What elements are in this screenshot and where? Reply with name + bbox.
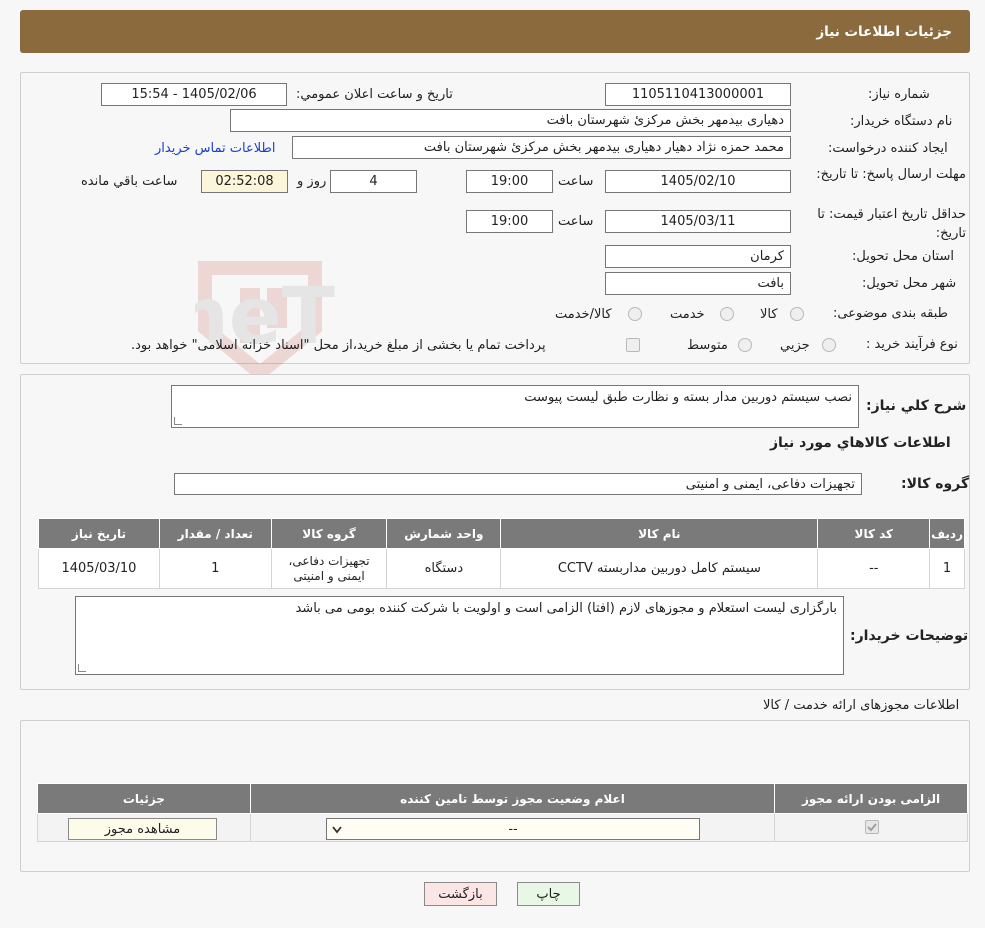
contact-info-link[interactable]: اطلاعات تماس خريدار <box>155 141 275 156</box>
category-goods-service-label: کالا/خدمت <box>555 307 612 322</box>
col-header-row: رديف <box>929 518 965 549</box>
table-row: 1 -- سیستم کامل دوربین مداربسته CCTV دست… <box>38 548 965 589</box>
resize-handle-icon[interactable] <box>78 664 86 672</box>
permits-heading: اطلاعات مجوزهای ارائه خدمت / کالا <box>763 698 960 713</box>
page-header: جزئیات اطلاعات نیاز <box>20 10 970 53</box>
requester-label: ايجاد کننده درخواست: <box>828 141 948 156</box>
process-radio-minor[interactable] <box>822 338 836 352</box>
requester-field: محمد حمزه نژاد دهیار دهیاری بیدمهر بخش م… <box>292 136 791 159</box>
summary-label: شرح کلي نياز: <box>866 398 967 414</box>
permit-col-status: اعلام وضعیت مجوز توسط تامین کننده <box>249 783 776 814</box>
col-header-name: نام کالا <box>500 518 819 549</box>
col-header-group: گروه کالا <box>270 518 388 549</box>
col-header-code: کد کالا <box>817 518 931 549</box>
summary-text: نصب سیستم دوربین مدار بسته و نظارت طبق ل… <box>524 390 852 405</box>
city-label: شهر محل تحويل: <box>862 276 957 291</box>
print-button[interactable]: چاپ <box>517 882 580 906</box>
province-label: استان محل تحويل: <box>852 249 954 264</box>
permit-col-details: جزئیات <box>37 783 251 814</box>
treasury-checkbox[interactable] <box>626 338 640 352</box>
chevron-down-icon <box>332 826 342 834</box>
cell-code: -- <box>817 548 931 589</box>
deadline-time-label: ساعت <box>558 174 594 189</box>
process-minor-label: جزيي <box>780 338 810 353</box>
cell-unit: دستگاه <box>386 548 502 589</box>
category-goods-label: کالا <box>760 307 778 322</box>
col-header-qty: تعداد / مقدار <box>158 518 272 549</box>
buyer-notes-textarea[interactable]: بارگزاری لیست استعلام و مجوزهای لازم (اف… <box>75 596 844 675</box>
need-number-field: 1105110413000001 <box>605 83 791 106</box>
validity-label: حداقل تاريخ اعتبار قيمت: تا تاریخ: <box>817 207 966 241</box>
goods-table: رديف کد کالا نام کالا واحد شمارش گروه کا… <box>38 518 965 589</box>
permit-status-select[interactable]: -- <box>326 818 700 840</box>
process-note: پرداخت تمام یا بخشی از مبلغ خرید،از محل … <box>131 338 546 353</box>
permits-table-header-row: الزامی بودن ارائه مجوز اعلام وضعیت مجوز … <box>37 783 968 814</box>
permit-status-value: -- <box>508 821 518 837</box>
days-label: روز و <box>297 174 327 189</box>
process-radio-medium[interactable] <box>738 338 752 352</box>
category-radio-service[interactable] <box>720 307 734 321</box>
deadline-label: مهلت ارسال پاسخ: تا تاریخ: <box>816 167 966 182</box>
category-radio-goods[interactable] <box>790 307 804 321</box>
col-header-unit: واحد شمارش <box>386 518 502 549</box>
need-number-label: شماره نیاز: <box>868 87 930 102</box>
cell-date: 1405/03/10 <box>38 548 160 589</box>
cell-name: سیستم کامل دوربین مداربسته CCTV <box>500 548 819 589</box>
announce-datetime-field: 1405/02/06 - 15:54 <box>101 83 287 106</box>
buyer-org-label: نام دستگاه خريدار: <box>850 114 953 129</box>
view-permit-button[interactable]: مشاهده مجوز <box>68 818 217 840</box>
goods-group-label: گروه کالا: <box>901 476 970 492</box>
goods-group-field: تجهیزات دفاعی، ایمنی و امنیتی <box>174 473 862 495</box>
summary-textarea[interactable]: نصب سیستم دوربین مدار بسته و نظارت طبق ل… <box>171 385 859 428</box>
process-medium-label: متوسط <box>687 338 728 353</box>
time-remaining-field: 02:52:08 <box>201 170 288 193</box>
deadline-date-field: 1405/02/10 <box>605 170 791 193</box>
resize-handle-icon[interactable] <box>174 417 182 425</box>
permit-required-checkbox <box>865 820 879 834</box>
days-remaining-field: 4 <box>330 170 417 193</box>
page-title: جزئیات اطلاعات نیاز <box>816 23 952 40</box>
validity-time-field: 19:00 <box>466 210 553 233</box>
cell-qty: 1 <box>158 548 272 589</box>
buyer-org-field: دهیاری بیدمهر بخش مرکزئ شهرستان بافت <box>230 109 791 132</box>
col-header-date: تاريخ نياز <box>38 518 160 549</box>
category-label: طبقه بندی موضوعی: <box>833 306 949 321</box>
category-service-label: خدمت <box>670 307 705 322</box>
buyer-notes-text: بارگزاری لیست استعلام و مجوزهای لازم (اف… <box>295 601 837 616</box>
category-radio-goods-service[interactable] <box>628 307 642 321</box>
deadline-time-field: 19:00 <box>466 170 553 193</box>
cell-row: 1 <box>929 548 965 589</box>
cell-group: تجهيزات دفاعی، ايمنی و امنيتی <box>270 548 388 589</box>
process-label: نوع فرآيند خريد : <box>866 337 958 352</box>
buyer-notes-label: توضيحات خريدار: <box>850 628 969 644</box>
goods-table-header-row: رديف کد کالا نام کالا واحد شمارش گروه کا… <box>38 518 965 549</box>
validity-time-label: ساعت <box>558 214 594 229</box>
back-button[interactable]: بازگشت <box>424 882 497 906</box>
province-field: کرمان <box>605 245 791 268</box>
permit-col-required: الزامی بودن ارائه مجوز <box>774 783 968 814</box>
checkmark-icon <box>867 823 877 832</box>
time-remaining-label: ساعت باقي مانده <box>81 174 178 189</box>
city-field: بافت <box>605 272 791 295</box>
goods-heading: اطلاعات کالاهاي مورد نياز <box>770 435 951 451</box>
validity-date-field: 1405/03/11 <box>605 210 791 233</box>
announce-label: تاریخ و ساعت اعلان عمومي: <box>296 87 453 102</box>
